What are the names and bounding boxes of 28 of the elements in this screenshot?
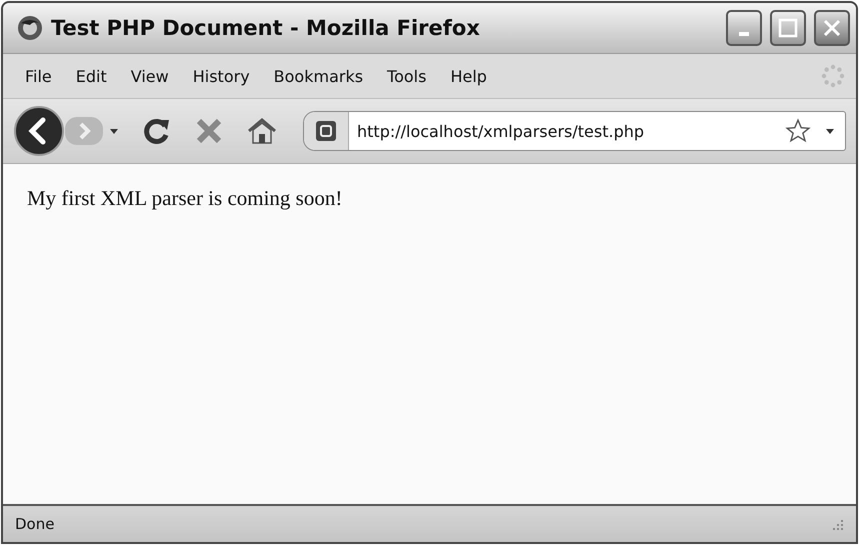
back-button[interactable] — [13, 105, 65, 157]
stop-button[interactable] — [195, 117, 223, 145]
minimize-button[interactable] — [726, 10, 762, 46]
menu-item[interactable]: Tools — [375, 62, 438, 90]
resize-grip-icon — [830, 517, 844, 531]
menu-item[interactable]: Help — [438, 62, 499, 90]
window-title: Test PHP Document - Mozilla Firefox — [51, 16, 481, 40]
page-text: My first XML parser is coming soon! — [27, 186, 344, 211]
address-bar[interactable]: http://localhost/xmlparsers/test.php — [303, 111, 846, 151]
menu-item[interactable]: File — [13, 62, 64, 90]
status-text: Done — [15, 515, 54, 533]
maximize-icon — [778, 18, 798, 38]
menu-item[interactable]: Bookmarks — [262, 62, 376, 90]
browser-logo-icon — [17, 15, 43, 41]
menu-item[interactable]: History — [180, 62, 262, 90]
minimize-icon — [739, 32, 749, 36]
home-button[interactable] — [247, 117, 277, 145]
menu-item[interactable]: View — [118, 62, 181, 90]
menu-item[interactable]: Edit — [64, 62, 119, 90]
maximize-button[interactable] — [770, 10, 806, 46]
history-dropdown-caret-icon[interactable] — [109, 127, 119, 135]
throbber-icon — [820, 63, 846, 89]
close-icon — [822, 18, 842, 38]
dropdown-caret-icon[interactable] — [825, 127, 835, 135]
star-icon[interactable] — [785, 118, 811, 144]
site-identity-icon — [315, 120, 337, 142]
close-button[interactable] — [814, 10, 850, 46]
reload-button[interactable] — [143, 117, 171, 145]
